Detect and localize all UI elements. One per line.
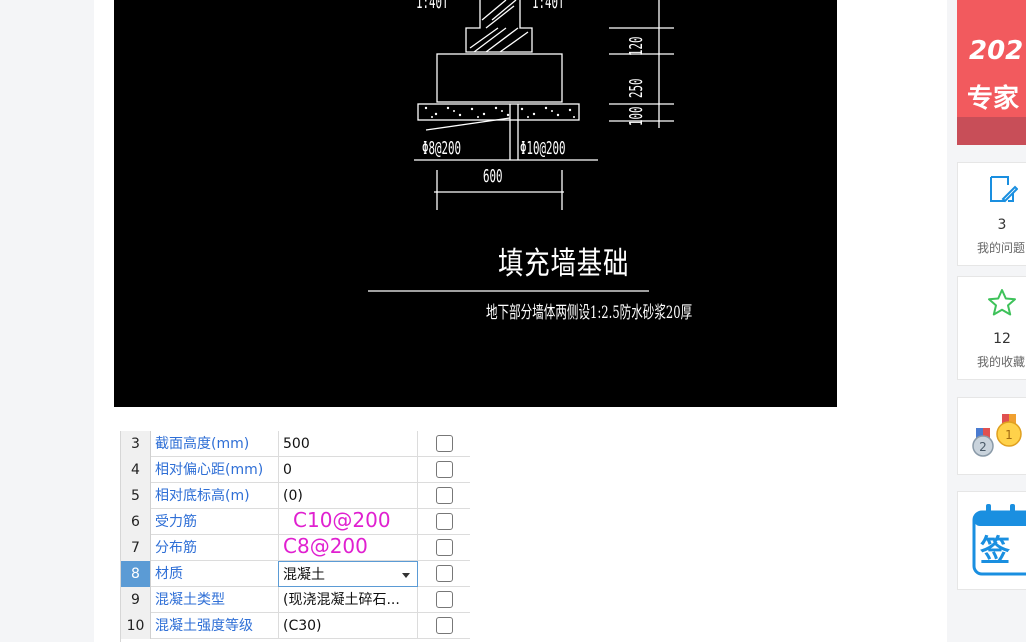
top-right-label: 1:40T bbox=[532, 0, 565, 13]
property-value[interactable]: (C30) bbox=[278, 613, 418, 639]
row-number: 10 bbox=[121, 613, 151, 639]
row-number: 9 bbox=[121, 587, 151, 613]
svg-text:2: 2 bbox=[979, 440, 987, 454]
property-name: 截面高度(mm) bbox=[155, 436, 250, 452]
star-icon bbox=[988, 289, 1016, 316]
property-name: 相对底标高(m) bbox=[155, 488, 250, 504]
medal-icon: 2 1 bbox=[972, 414, 1022, 457]
property-grid: 3 截面高度(mm) 500 4 相对偏心距(mm) 0 5 相对底标高(m) … bbox=[120, 431, 470, 642]
property-row: 4 相对偏心距(mm) 0 bbox=[121, 457, 470, 483]
banner-title: 专家 bbox=[967, 84, 1020, 114]
dim-mid-label: 250 bbox=[626, 78, 647, 98]
row-number: 6 bbox=[121, 509, 151, 535]
favorites-count: 12 bbox=[993, 331, 1011, 347]
questions-count: 3 bbox=[997, 217, 1007, 233]
chevron-down-icon[interactable] bbox=[402, 573, 410, 578]
top-left-label: 1:40T bbox=[416, 0, 449, 13]
signin-card[interactable]: 签 bbox=[957, 491, 1026, 590]
property-name: 分布筋 bbox=[155, 540, 197, 556]
property-checkbox[interactable] bbox=[436, 565, 453, 582]
property-row: 3 截面高度(mm) 500 bbox=[121, 431, 470, 457]
row-number: 7 bbox=[121, 535, 151, 561]
favorites-label: 我的收藏 bbox=[977, 355, 1026, 369]
property-checkbox[interactable] bbox=[436, 487, 453, 504]
property-name: 混凝土类型 bbox=[155, 592, 225, 608]
property-checkbox[interactable] bbox=[436, 591, 453, 608]
questions-label: 我的问题 bbox=[977, 241, 1026, 255]
property-value[interactable]: C8@200 bbox=[278, 535, 418, 561]
property-row: 8 材质 混凝土 bbox=[121, 561, 470, 587]
banner-footer bbox=[957, 117, 1026, 145]
property-value[interactable]: (0) bbox=[278, 483, 418, 509]
property-name: 混凝土强度等级 bbox=[155, 618, 253, 634]
drawing-title: 填充墙基础 bbox=[498, 246, 630, 282]
property-row: 6 受力筋 C10@200 bbox=[121, 509, 470, 535]
property-checkbox[interactable] bbox=[436, 513, 453, 530]
handwritten-value: C10@200 bbox=[293, 509, 391, 532]
width-dimension-label: 600 bbox=[483, 166, 503, 187]
rebar-right-label: Φ10@200 bbox=[520, 138, 566, 159]
property-name: 受力筋 bbox=[155, 514, 197, 530]
svg-text:1: 1 bbox=[1005, 428, 1013, 442]
row-number: 8 bbox=[121, 561, 151, 587]
property-checkbox[interactable] bbox=[436, 461, 453, 478]
dim-top-label: 120 bbox=[626, 36, 647, 56]
material-select[interactable]: 混凝土 bbox=[278, 561, 418, 587]
row-number: 5 bbox=[121, 483, 151, 509]
handwritten-value: C8@200 bbox=[283, 535, 368, 558]
property-value[interactable]: C10@200 bbox=[278, 509, 418, 535]
property-checkbox[interactable] bbox=[436, 539, 453, 556]
property-row: 7 分布筋 C8@200 bbox=[121, 535, 470, 561]
dim-bottom-label: 100 bbox=[626, 106, 647, 126]
promo-banner[interactable]: 202 专家 bbox=[957, 0, 1026, 145]
row-number: 4 bbox=[121, 457, 151, 483]
row-number: 3 bbox=[121, 431, 151, 457]
property-value[interactable]: (现浇混凝土碎石... bbox=[278, 587, 418, 613]
property-value[interactable]: 500 bbox=[278, 431, 418, 457]
property-row: 10 混凝土强度等级 (C30) bbox=[121, 613, 470, 639]
medals-card[interactable]: 2 1 bbox=[957, 397, 1026, 475]
property-value[interactable]: 0 bbox=[278, 457, 418, 483]
property-row: 5 相对底标高(m) (0) bbox=[121, 483, 470, 509]
property-checkbox[interactable] bbox=[436, 435, 453, 452]
my-favorites-card[interactable]: 12 我的收藏 bbox=[957, 276, 1026, 380]
foundation-section-drawing bbox=[368, 0, 674, 292]
my-questions-card[interactable]: 3 我的问题 bbox=[957, 162, 1026, 266]
property-name: 相对偏心距(mm) bbox=[155, 462, 264, 478]
drawing-note: 地下部分墙体两侧设1:2.5防水砂浆20厚 bbox=[486, 303, 693, 323]
banner-year: 202 bbox=[969, 36, 1024, 66]
edit-note-icon bbox=[990, 176, 1018, 203]
property-name: 材质 bbox=[155, 566, 183, 582]
property-row: 9 混凝土类型 (现浇混凝土碎石... bbox=[121, 587, 470, 613]
rebar-left-label: Φ8@200 bbox=[422, 138, 462, 159]
selected-value: 混凝土 bbox=[283, 567, 325, 583]
property-checkbox[interactable] bbox=[436, 617, 453, 634]
signin-label: 签 bbox=[980, 534, 1010, 569]
cad-drawing-image: 1:40T 1:40T Φ8@200 Φ10@200 600 120 250 1… bbox=[114, 0, 837, 407]
